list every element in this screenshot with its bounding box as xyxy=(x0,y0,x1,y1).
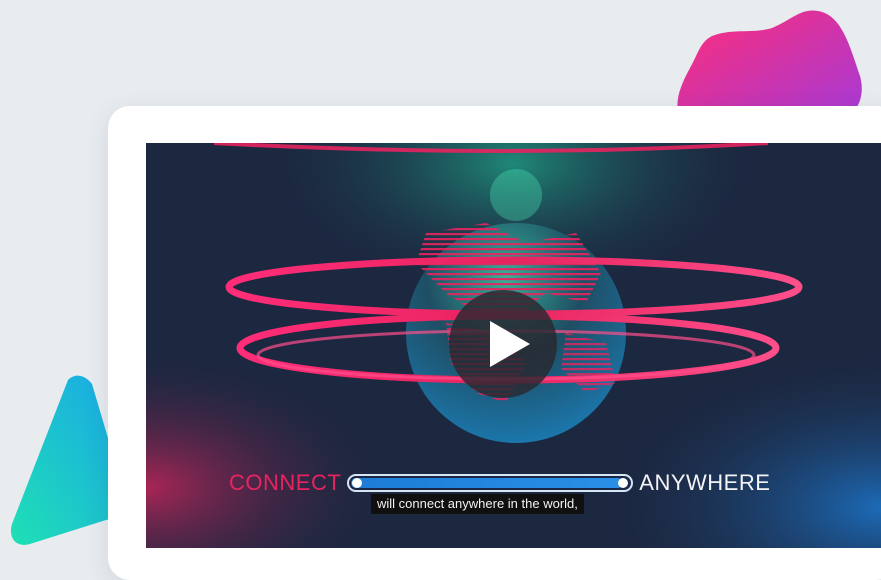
progress-fill xyxy=(351,478,623,488)
play-icon xyxy=(490,321,530,367)
video-player[interactable]: CONNECT ANYWHERE will connect anywhere i… xyxy=(146,143,881,548)
play-button[interactable] xyxy=(449,290,557,398)
tagline-right-word: ANYWHERE xyxy=(639,470,771,495)
page: CONNECT ANYWHERE will connect anywhere i… xyxy=(0,0,881,580)
video-caption: will connect anywhere in the world, xyxy=(371,494,584,514)
progress-handle[interactable] xyxy=(618,478,629,488)
tagline-left-word: CONNECT xyxy=(229,470,342,495)
video-progress-bar[interactable] xyxy=(347,474,634,492)
